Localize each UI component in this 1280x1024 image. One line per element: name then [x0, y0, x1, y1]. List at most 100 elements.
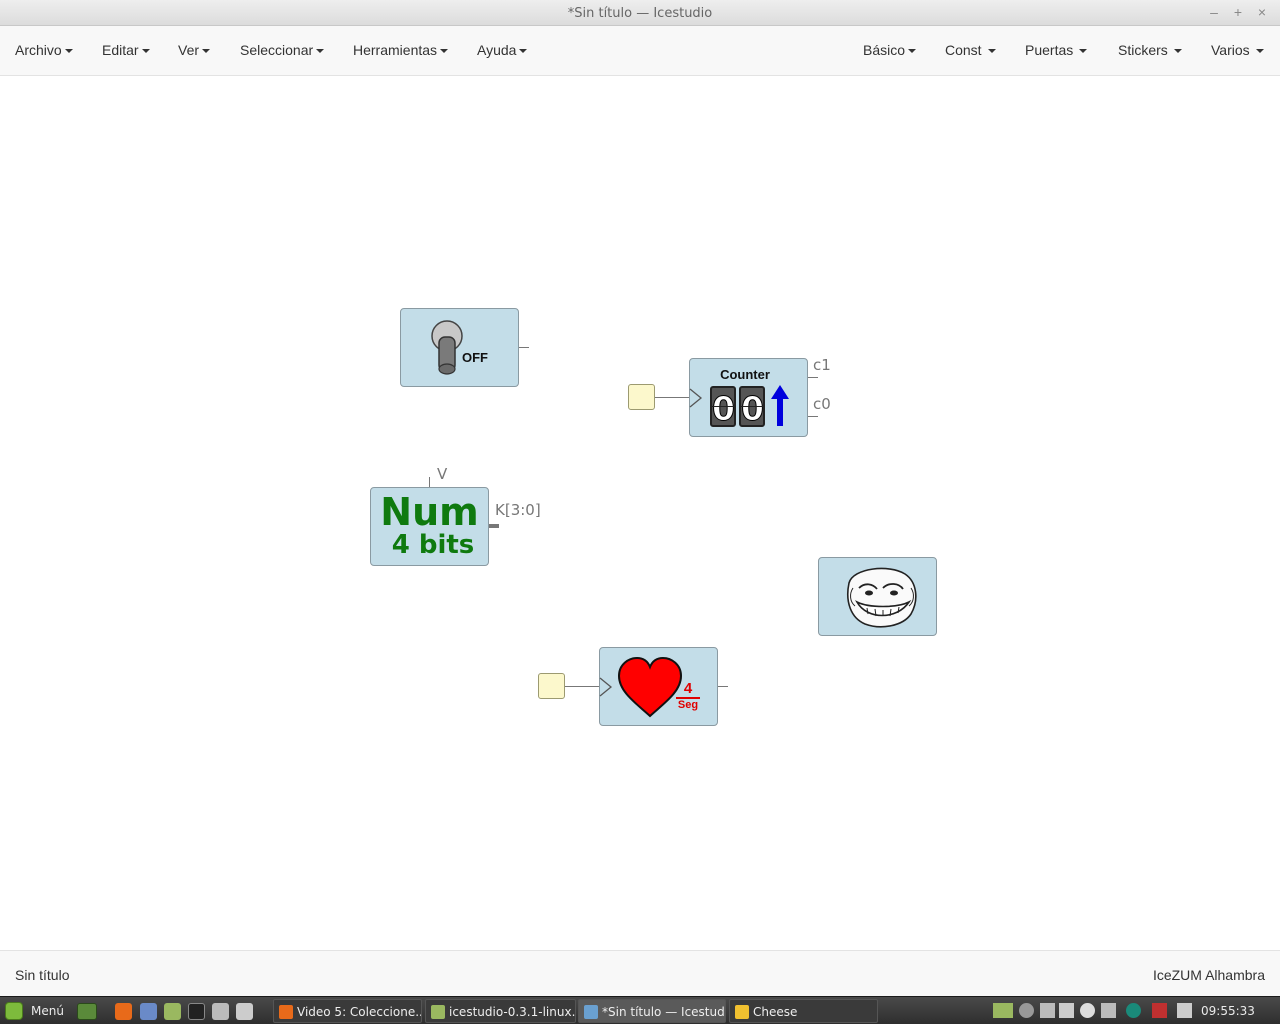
- menu-stickers[interactable]: Stickers: [1118, 42, 1182, 58]
- menu-label: Varios: [1211, 42, 1250, 58]
- chevron-down-icon: [519, 49, 528, 54]
- chevron-down-icon: [316, 49, 325, 54]
- taskbar-task[interactable]: Video 5: Coleccione...: [273, 999, 422, 1023]
- toggle-switch-icon: [431, 320, 463, 375]
- start-menu-label[interactable]: Menú: [31, 1004, 64, 1018]
- dropbox-icon[interactable]: [1101, 1003, 1116, 1018]
- chevron-down-icon: [987, 49, 996, 54]
- counter-input-wire: [655, 397, 690, 398]
- menu-ver[interactable]: Ver: [178, 42, 211, 58]
- num-block-title: Num: [380, 490, 479, 534]
- switch-output-port[interactable]: [519, 347, 529, 348]
- menu-puertas[interactable]: Puertas: [1025, 42, 1088, 58]
- chevron-down-icon: [1173, 49, 1182, 54]
- chevron-down-icon: [64, 49, 73, 54]
- num-4bits-block[interactable]: Num 4 bits: [370, 487, 489, 566]
- software-manager-icon[interactable]: [140, 1003, 157, 1020]
- taskbar-task[interactable]: Cheese: [729, 999, 878, 1023]
- task-label: Cheese: [753, 1005, 798, 1019]
- folder-icon[interactable]: [993, 1003, 1013, 1018]
- board-name[interactable]: IceZUM Alhambra: [1153, 967, 1265, 983]
- cheese-icon: [735, 1005, 749, 1019]
- clock[interactable]: 09:55:33: [1201, 1004, 1255, 1018]
- volume-icon[interactable]: [1059, 1003, 1074, 1018]
- heart-period-unit: Seg: [677, 699, 699, 711]
- maximize-button[interactable]: +: [1230, 4, 1246, 20]
- network-icon[interactable]: [1126, 1003, 1141, 1018]
- pen-icon[interactable]: [1040, 1003, 1055, 1018]
- heart-output-port[interactable]: [718, 686, 728, 687]
- chevron-down-icon: [440, 49, 449, 54]
- chevron-down-icon: [1079, 49, 1088, 54]
- menu-basico[interactable]: Básico: [863, 42, 917, 58]
- screenshot-icon[interactable]: [236, 1003, 253, 1020]
- show-desktop-icon[interactable]: [77, 1003, 97, 1020]
- counter-output-port-c0[interactable]: [808, 416, 818, 417]
- taskbar-task[interactable]: *Sin título — Icestudio: [578, 999, 726, 1023]
- status-bar: Sin título IceZUM Alhambra: [0, 950, 1280, 996]
- menu-archivo[interactable]: Archivo: [15, 42, 73, 58]
- firefox-icon[interactable]: [115, 1003, 132, 1020]
- design-canvas[interactable]: OFF Counter 0 0 c1 c0 V Num 4 bits K[3:0…: [0, 77, 1280, 949]
- heart-4seg-block[interactable]: 4 Seg: [599, 647, 718, 726]
- window-title-bar: *Sin título — Icestudio – + ×: [0, 0, 1280, 26]
- window-title: *Sin título — Icestudio: [567, 6, 713, 21]
- switch-block[interactable]: OFF: [400, 308, 519, 387]
- icestudio-icon: [584, 1005, 598, 1019]
- menu-varios[interactable]: Varios: [1211, 42, 1264, 58]
- os-taskbar: Menú Video 5: Coleccione... icestudio-0.…: [0, 996, 1280, 1024]
- chevron-down-icon: [141, 49, 150, 54]
- minimize-button[interactable]: –: [1206, 4, 1222, 20]
- menu-label: Archivo: [15, 42, 62, 58]
- counter-block[interactable]: Counter 0 0: [689, 358, 808, 437]
- taskbar-task[interactable]: icestudio-0.3.1-linux...: [425, 999, 576, 1023]
- num-param-port[interactable]: [429, 477, 430, 487]
- brightness-icon[interactable]: [1080, 1003, 1095, 1018]
- troll-face-block[interactable]: [818, 557, 937, 636]
- num-block-subtitle: 4 bits: [391, 530, 475, 560]
- mint-logo-icon[interactable]: [5, 1002, 23, 1020]
- heart-period-number: 4: [683, 680, 693, 697]
- counter-output-label: c0: [813, 395, 831, 413]
- heart-clock-input[interactable]: [538, 673, 565, 699]
- menu-herramientas[interactable]: Herramientas: [353, 42, 449, 58]
- menu-label: Ver: [178, 42, 200, 58]
- counter-digit: 0: [710, 386, 736, 429]
- menu-label: Const: [945, 42, 982, 58]
- firefox-icon: [279, 1005, 293, 1019]
- chevron-down-icon: [908, 49, 917, 54]
- close-button[interactable]: ×: [1254, 4, 1270, 20]
- up-arrow-icon: [771, 385, 789, 426]
- menu-editar[interactable]: Editar: [102, 42, 150, 58]
- counter-output-port-c1[interactable]: [808, 377, 818, 378]
- task-label: *Sin título — Icestudio: [602, 1005, 726, 1019]
- menu-seleccionar[interactable]: Seleccionar: [240, 42, 325, 58]
- folder-icon[interactable]: [164, 1003, 181, 1020]
- menu-label: Herramientas: [353, 42, 438, 58]
- clipboard-icon[interactable]: [1177, 1003, 1192, 1018]
- counter-output-label: c1: [813, 356, 831, 374]
- menu-const[interactable]: Const: [945, 42, 996, 58]
- task-label: icestudio-0.3.1-linux...: [449, 1005, 576, 1019]
- num-output-bus-port[interactable]: [489, 524, 499, 528]
- menu-label: Puertas: [1025, 42, 1074, 58]
- menu-label: Seleccionar: [240, 42, 314, 58]
- chevron-down-icon: [202, 49, 211, 54]
- clock-input-triangle-icon: [599, 677, 613, 697]
- counter-digit: 0: [739, 386, 765, 429]
- counter-title: Counter: [720, 367, 770, 382]
- chevron-down-icon: [1255, 49, 1264, 54]
- counter-clock-input[interactable]: [628, 384, 655, 410]
- terminal-icon[interactable]: [188, 1003, 205, 1020]
- clock-input-triangle-icon: [689, 388, 703, 408]
- project-name: Sin título: [15, 967, 70, 983]
- heart-input-wire: [565, 686, 600, 687]
- shield-icon[interactable]: [1152, 1003, 1167, 1018]
- menu-label: Básico: [863, 42, 906, 58]
- num-param-label: V: [437, 465, 448, 483]
- menu-ayuda[interactable]: Ayuda: [477, 42, 528, 58]
- search-icon[interactable]: [212, 1003, 229, 1020]
- menu-label: Ayuda: [477, 42, 517, 58]
- troll-face-icon: [847, 567, 917, 628]
- user-icon[interactable]: [1019, 1003, 1034, 1018]
